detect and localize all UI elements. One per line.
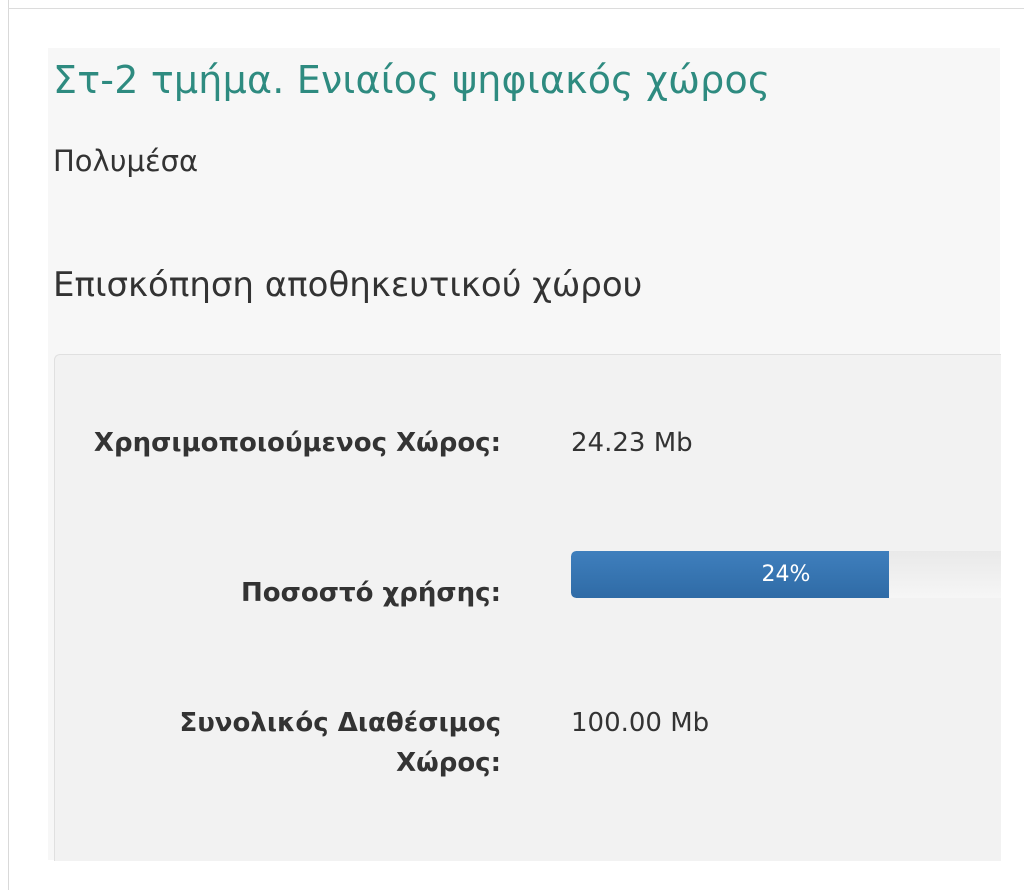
section-heading: Επισκόπηση αποθηκευτικού χώρου [53, 265, 643, 305]
usage-progress-text: 24% [761, 562, 811, 587]
used-space-label: Χρησιμοποιούμενος Χώρος: [93, 428, 501, 458]
course-title[interactable]: Στ-2 τμήμα. Ενιαίος ψηφιακός χώρος [53, 58, 770, 102]
frame-border-left [8, 0, 9, 890]
page-frame: Στ-2 τμήμα. Ενιαίος ψηφιακός χώρος Πολυμ… [0, 0, 1024, 890]
storage-overview-panel: Χρησιμοποιούμενος Χώρος: 24.23 Mb Ποσοστ… [54, 354, 1001, 861]
total-space-value: 100.00 Mb [571, 708, 710, 738]
total-space-label: Συνολικός Διαθέσιμος Χώρος: [179, 708, 501, 778]
main-content: Στ-2 τμήμα. Ενιαίος ψηφιακός χώρος Πολυμ… [48, 48, 1001, 861]
usage-progress-bar: 24% [571, 551, 1001, 598]
module-name: Πολυμέσα [53, 144, 199, 178]
usage-percent-label: Ποσοστό χρήσης: [241, 578, 501, 608]
frame-border-top [8, 8, 1024, 9]
used-space-value: 24.23 Mb [571, 428, 693, 458]
